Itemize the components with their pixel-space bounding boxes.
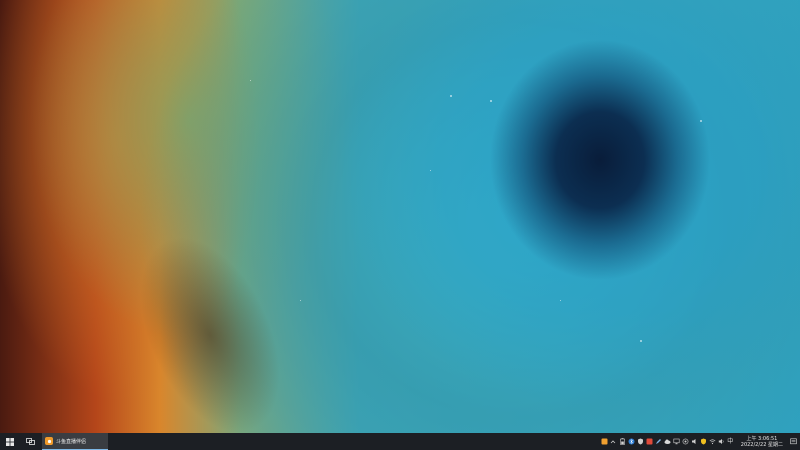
action-center-button[interactable] bbox=[788, 438, 798, 445]
dust-particle bbox=[430, 170, 431, 171]
taskbar-app-douyu[interactable]: 斗鱼直播伴侣 bbox=[42, 433, 108, 450]
desktop-wallpaper bbox=[0, 0, 800, 433]
network-icon[interactable] bbox=[673, 438, 680, 445]
ime-icon[interactable]: 中 bbox=[727, 438, 734, 445]
system-tray: 中 上午 3:06:51 2022/2/22 星期二 bbox=[601, 433, 800, 450]
dust-particle bbox=[640, 340, 642, 342]
dust-particle bbox=[300, 300, 301, 301]
task-view-icon bbox=[25, 438, 35, 445]
douyu-app-icon bbox=[45, 437, 53, 445]
clock-date: 2022/2/22 星期二 bbox=[740, 441, 783, 448]
dust-particle bbox=[250, 80, 251, 81]
cast-icon[interactable] bbox=[682, 438, 689, 445]
speaker-icon[interactable] bbox=[718, 438, 725, 445]
clock[interactable]: 上午 3:06:51 2022/2/22 星期二 bbox=[738, 436, 786, 448]
dust-particle bbox=[700, 120, 702, 122]
shield-icon[interactable] bbox=[637, 438, 644, 445]
security-shield-icon[interactable] bbox=[700, 438, 707, 445]
dust-particle bbox=[560, 300, 561, 301]
red-app-icon[interactable] bbox=[646, 438, 653, 445]
pen-icon[interactable] bbox=[655, 438, 662, 445]
notification-center-icon bbox=[789, 438, 797, 445]
dust-particle bbox=[450, 95, 452, 97]
volume-icon[interactable] bbox=[691, 438, 698, 445]
windows-logo-icon bbox=[6, 437, 14, 446]
start-button[interactable] bbox=[0, 433, 20, 450]
wallpaper-shadow bbox=[111, 214, 309, 433]
bluetooth-icon[interactable] bbox=[628, 438, 635, 445]
taskbar: 斗鱼直播伴侣 中 上午 3:06:51 2022/2/22 星期二 bbox=[0, 433, 800, 450]
task-view-button[interactable] bbox=[20, 433, 40, 450]
battery-icon[interactable] bbox=[619, 438, 626, 445]
wifi-icon[interactable] bbox=[709, 438, 716, 445]
cloud-icon[interactable] bbox=[664, 438, 671, 445]
dust-particle bbox=[490, 100, 492, 102]
taskbar-app-label: 斗鱼直播伴侣 bbox=[56, 438, 87, 445]
chevron-icon[interactable] bbox=[610, 438, 617, 445]
notification-orange-icon[interactable] bbox=[601, 438, 608, 445]
